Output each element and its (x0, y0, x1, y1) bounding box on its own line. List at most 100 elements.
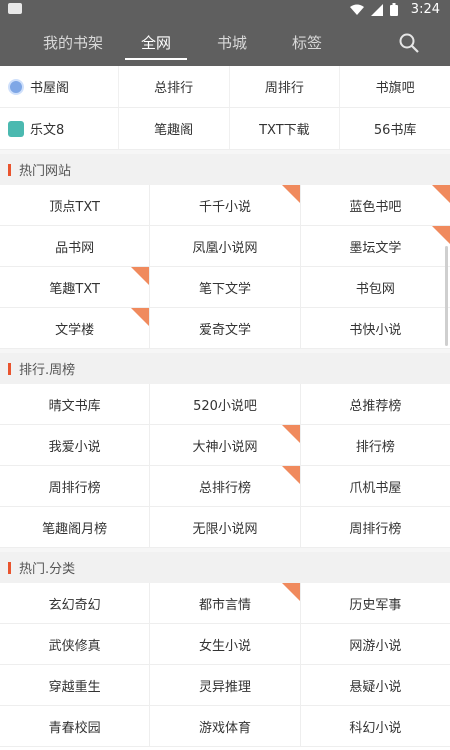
link-row: 我爱小说 大神小说网 排行榜 (0, 425, 450, 466)
site-link[interactable]: 笔趣阁月榜 (0, 507, 151, 547)
section-accent-bar (8, 362, 11, 375)
section-title: 热门网站 (19, 164, 72, 179)
site-link-label: 都市言情 (198, 597, 251, 613)
site-link[interactable]: 灵异推理 (150, 665, 301, 705)
site-link[interactable]: 笔趣TXT (0, 267, 151, 307)
top-link-label: 总排行 (154, 81, 194, 96)
scrollbar[interactable] (445, 246, 448, 346)
link-row: 品书网 凤凰小说网 墨坛文学 (0, 226, 450, 267)
site-link[interactable]: 墨坛文学 (301, 226, 450, 266)
site-link-label: 千千小说 (198, 199, 251, 215)
tab-all-network[interactable]: 全网 (121, 32, 191, 53)
site-link[interactable]: 蓝色书吧 (301, 185, 450, 225)
site-link-label: 蓝色书吧 (349, 199, 402, 215)
site-link[interactable]: 女生小说 (150, 624, 301, 664)
link-row: 顶点TXT 千千小说 蓝色书吧 (0, 185, 450, 226)
site-link-label: 悬疑小说 (349, 679, 402, 695)
site-link[interactable]: 排行榜 (301, 425, 450, 465)
site-link[interactable]: 武侠修真 (0, 624, 151, 664)
site-link[interactable]: 玄幻奇幻 (0, 583, 151, 623)
tab-bookshelf[interactable]: 我的书架 (38, 32, 108, 53)
site-link[interactable]: 凤凰小说网 (150, 226, 301, 266)
top-link[interactable]: 书屋阁 (0, 66, 119, 107)
top-link[interactable]: 笔趣阁 (119, 108, 230, 149)
site-link-label: 文学楼 (55, 322, 95, 338)
top-link[interactable]: 书旗吧 (340, 66, 450, 107)
site-link[interactable]: 都市言情 (150, 583, 301, 623)
hot-corner-badge (431, 226, 450, 244)
site-link[interactable]: 书包网 (301, 267, 450, 307)
link-row: 武侠修真 女生小说 网游小说 (0, 624, 450, 665)
hot-corner-badge (281, 425, 300, 443)
top-link[interactable]: 周排行 (230, 66, 341, 107)
active-tab-indicator (125, 58, 187, 60)
site-link[interactable]: 爪机书屋 (301, 466, 450, 506)
hot-corner-badge (281, 583, 300, 601)
site-link-label: 我爱小说 (48, 439, 101, 455)
site-link[interactable]: 晴文书库 (0, 384, 151, 424)
site-link-label: 520小说吧 (193, 398, 257, 414)
link-row: 玄幻奇幻 都市言情 历史军事 (0, 583, 450, 624)
hot-corner-badge (131, 267, 150, 285)
hot-corner-badge (131, 308, 150, 326)
top-link-label: 书屋阁 (30, 81, 70, 96)
site-link[interactable]: 520小说吧 (150, 384, 301, 424)
site-link[interactable]: 书快小说 (301, 308, 450, 348)
site-link[interactable]: 青春校园 (0, 706, 151, 746)
site-link[interactable]: 文学楼 (0, 308, 151, 348)
site-link[interactable]: 周排行榜 (301, 507, 450, 547)
site-link[interactable]: 周排行榜 (0, 466, 151, 506)
site-link-label: 武侠修真 (48, 638, 101, 654)
globe-icon (8, 78, 24, 95)
top-link[interactable]: 总排行 (119, 66, 230, 107)
section-list: 热门网站顶点TXT 千千小说 蓝色书吧品书网 凤凰小说网 墨坛文学笔趣TXT 笔下文学 书包… (0, 150, 450, 747)
site-link[interactable]: 笔下文学 (150, 267, 301, 307)
site-link[interactable]: 总排行榜 (150, 466, 301, 506)
site-link-label: 女生小说 (198, 638, 251, 654)
tab-bookstore[interactable]: 书城 (197, 32, 267, 53)
link-row: 笔趣阁月榜 无限小说网 周排行榜 (0, 507, 450, 548)
top-links-row: 乐文8 笔趣阁 TXT下载 56书库 (0, 108, 450, 150)
site-link[interactable]: 大神小说网 (150, 425, 301, 465)
site-link[interactable]: 科幻小说 (301, 706, 450, 746)
hot-corner-badge (281, 185, 300, 203)
site-link[interactable]: 我爱小说 (0, 425, 151, 465)
tab-tags[interactable]: 标签 (272, 32, 342, 53)
site-link[interactable]: 历史军事 (301, 583, 450, 623)
link-row: 穿越重生 灵异推理 悬疑小说 (0, 665, 450, 706)
site-link-label: 笔趣阁月榜 (42, 521, 108, 537)
top-link[interactable]: TXT下载 (230, 108, 341, 149)
site-link[interactable]: 穿越重生 (0, 665, 151, 705)
site-link[interactable]: 游戏体育 (150, 706, 301, 746)
top-link-label: TXT下载 (259, 123, 310, 138)
site-link[interactable]: 爱奇文学 (150, 308, 301, 348)
site-link[interactable]: 无限小说网 (150, 507, 301, 547)
site-link-label: 爪机书屋 (349, 480, 402, 496)
top-links-row: 书屋阁 总排行 周排行 书旗吧 (0, 66, 450, 108)
top-link[interactable]: 56书库 (340, 108, 450, 149)
site-link[interactable]: 总推荐榜 (301, 384, 450, 424)
top-link-label: 笔趣阁 (154, 123, 194, 138)
site-link-label: 周排行榜 (48, 480, 101, 496)
battery-icon (390, 3, 398, 16)
leaf-icon (8, 120, 24, 137)
wifi-icon (350, 4, 364, 16)
site-link-label: 灵异推理 (198, 679, 251, 695)
site-link[interactable]: 品书网 (0, 226, 151, 266)
section-accent-bar (8, 163, 11, 176)
status-icons (350, 3, 398, 16)
site-link[interactable]: 悬疑小说 (301, 665, 450, 705)
site-link[interactable]: 网游小说 (301, 624, 450, 664)
search-icon[interactable] (398, 32, 420, 54)
site-link[interactable]: 千千小说 (150, 185, 301, 225)
link-row: 文学楼 爱奇文学 书快小说 (0, 308, 450, 349)
top-link[interactable]: 乐文8 (0, 108, 119, 149)
site-link-label: 笔下文学 (198, 281, 251, 297)
hot-corner-badge (431, 185, 450, 203)
section-title: 热门.分类 (19, 562, 76, 577)
site-link-label: 历史军事 (349, 597, 402, 613)
site-link-label: 顶点TXT (49, 199, 100, 215)
site-link-label: 笔趣TXT (49, 281, 100, 297)
site-link-label: 凤凰小说网 (192, 240, 258, 256)
site-link[interactable]: 顶点TXT (0, 185, 151, 225)
